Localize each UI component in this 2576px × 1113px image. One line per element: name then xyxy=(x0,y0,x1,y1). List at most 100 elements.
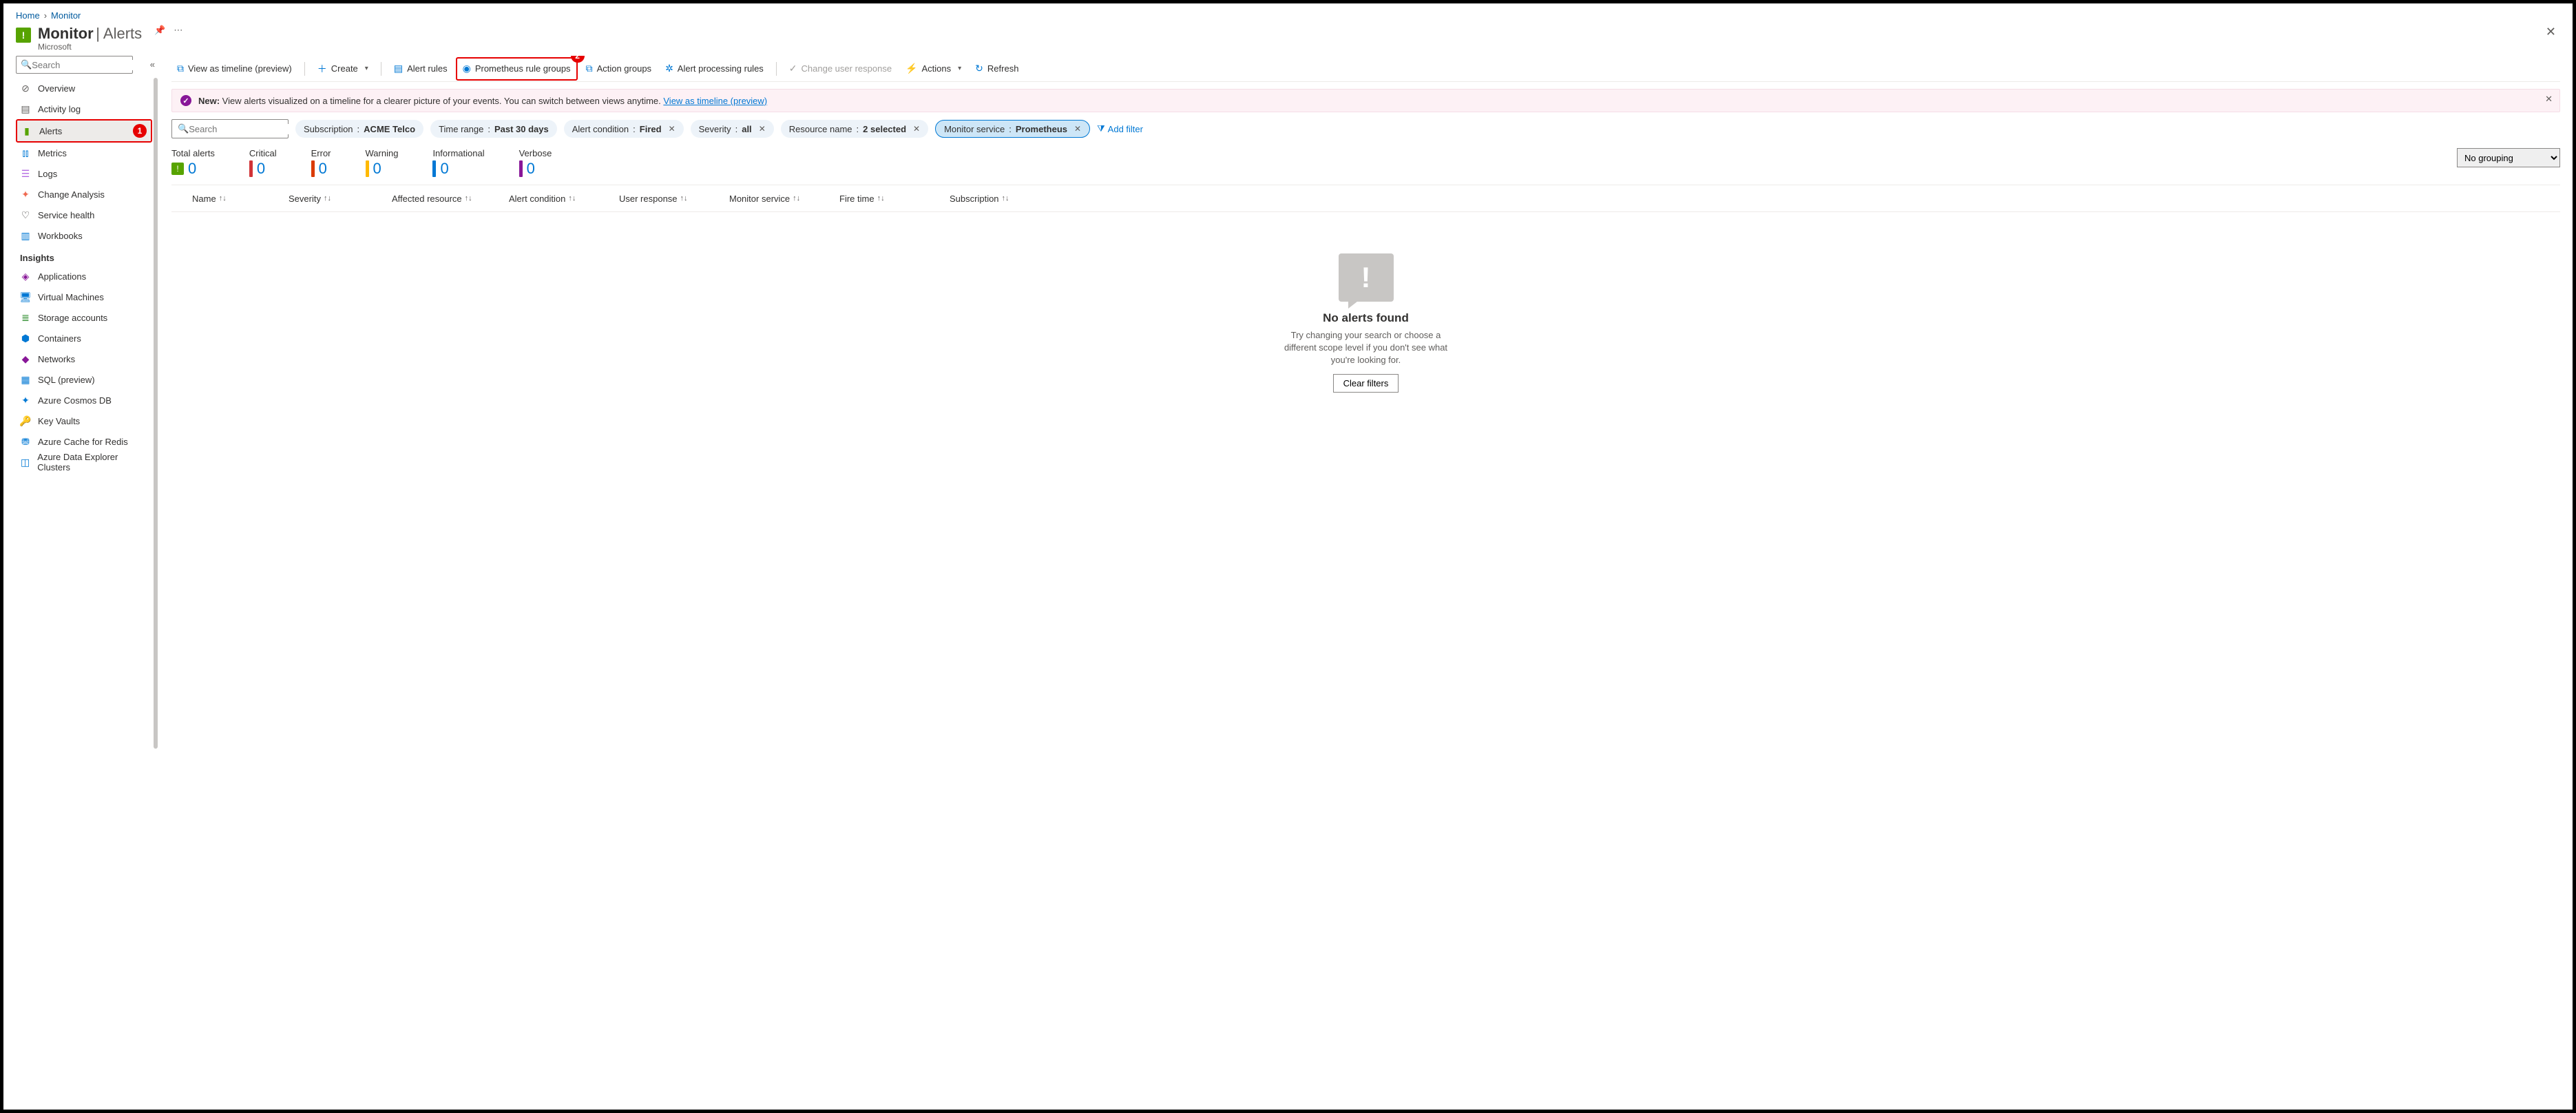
sort-icon: ↑↓ xyxy=(877,194,885,202)
nav-icon: ≣ xyxy=(20,312,31,323)
sidebar-search-input[interactable] xyxy=(32,60,153,70)
actions-button[interactable]: ⚡Actions xyxy=(900,59,967,79)
column-fire-time[interactable]: Fire time↑↓ xyxy=(833,194,943,204)
create-button[interactable]: ＋Create xyxy=(312,59,374,79)
nav-icon: ⫾⫾ xyxy=(20,147,31,158)
stat-label: Warning xyxy=(366,148,399,158)
nav-icon: ▥ xyxy=(20,230,31,241)
filter-alert-condition[interactable]: Alert condition : Fired✕ xyxy=(564,120,684,138)
stat-warning[interactable]: Warning 0 xyxy=(366,148,399,178)
filter-time-range[interactable]: Time range : Past 30 days xyxy=(430,120,557,138)
severity-bar xyxy=(366,160,369,177)
stat-value: 0 xyxy=(188,160,196,178)
column-affected-resource[interactable]: Affected resource↑↓ xyxy=(385,194,502,204)
alert-rules-button[interactable]: ▤Alert rules xyxy=(388,59,453,79)
sidebar-item-service-health[interactable]: ♡Service health xyxy=(16,205,152,225)
more-icon[interactable]: ⋯ xyxy=(174,25,182,36)
remove-filter-icon[interactable]: ✕ xyxy=(669,124,676,134)
alert-processing-rules-button[interactable]: ✲Alert processing rules xyxy=(660,59,769,79)
column-monitor-service[interactable]: Monitor service↑↓ xyxy=(722,194,833,204)
org-label: Microsoft xyxy=(38,42,142,52)
sidebar-item-workbooks[interactable]: ▥Workbooks xyxy=(16,225,152,246)
nav-icon: ⛃ xyxy=(20,436,31,447)
sidebar-item-activity-log[interactable]: ▤Activity log xyxy=(16,98,152,119)
filter-severity[interactable]: Severity : all✕ xyxy=(691,120,774,138)
empty-state-text: Try changing your search or choose a dif… xyxy=(1284,329,1449,367)
stat-informational[interactable]: Informational0 xyxy=(432,148,484,178)
page-subtitle: | Alerts xyxy=(96,25,142,42)
sidebar-item-azure-cosmos-db[interactable]: ✦Azure Cosmos DB xyxy=(16,390,152,410)
remove-filter-icon[interactable]: ✕ xyxy=(913,124,920,134)
nav-label: Storage accounts xyxy=(38,313,107,323)
separator xyxy=(304,62,305,76)
breadcrumb-monitor[interactable]: Monitor xyxy=(51,10,81,21)
sidebar-item-virtual-machines[interactable]: 🖥Virtual Machines xyxy=(16,287,152,307)
change-user-response-button: ✓Change user response xyxy=(784,59,897,79)
main-search-input[interactable] xyxy=(189,124,310,134)
sidebar-item-azure-cache-for-redis[interactable]: ⛃Azure Cache for Redis xyxy=(16,431,152,452)
view-timeline-button[interactable]: ⧉View as timeline (preview) xyxy=(171,59,297,79)
pin-icon[interactable]: 📌 xyxy=(154,25,165,36)
sidebar-item-change-analysis[interactable]: ✦Change Analysis xyxy=(16,184,152,205)
sidebar-item-overview[interactable]: ⊘Overview xyxy=(16,78,152,98)
breadcrumb-home[interactable]: Home xyxy=(16,10,40,21)
nav-icon: ◆ xyxy=(20,353,31,364)
main-search[interactable]: 🔍 xyxy=(171,119,289,138)
banner-close-button[interactable]: ✕ xyxy=(2545,94,2553,105)
banner-link[interactable]: View as timeline (preview) xyxy=(663,96,767,106)
stat-error[interactable]: Error0 xyxy=(311,148,331,178)
stat-label: Error xyxy=(311,148,331,158)
column-label: Subscription xyxy=(950,194,999,204)
remove-filter-icon[interactable]: ✕ xyxy=(759,124,766,134)
sidebar: 🔍 « ⊘Overview▤Activity log▮Alerts1 ⫾⫾Metr… xyxy=(16,56,159,1110)
nav-label: Logs xyxy=(38,169,57,179)
sidebar-item-containers[interactable]: ⬢Containers xyxy=(16,328,152,349)
nav-label: Key Vaults xyxy=(38,416,80,426)
nav-label: Azure Data Explorer Clusters xyxy=(37,452,148,472)
remove-filter-icon[interactable]: ✕ xyxy=(1074,124,1081,134)
column-severity[interactable]: Severity↑↓ xyxy=(282,194,385,204)
sort-icon: ↑↓ xyxy=(324,194,331,202)
breadcrumb: Home › Monitor xyxy=(16,10,2560,21)
stat-value: 0 xyxy=(527,160,535,178)
separator xyxy=(776,62,777,76)
sidebar-item-alerts[interactable]: ▮Alerts xyxy=(17,121,151,141)
prometheus-rule-groups-button[interactable]: ◉Prometheus rule groups xyxy=(457,59,576,79)
close-button[interactable]: ✕ xyxy=(2546,25,2560,39)
stat-value: 0 xyxy=(373,160,381,178)
clear-filters-button[interactable]: Clear filters xyxy=(1333,374,1399,393)
add-filter-button[interactable]: ⧩Add filter xyxy=(1097,123,1143,134)
empty-state-icon: ! xyxy=(1339,253,1394,302)
grouping-dropdown[interactable]: No grouping xyxy=(2457,148,2560,167)
sidebar-search[interactable]: 🔍 xyxy=(16,56,133,74)
filter-monitor-service[interactable]: Monitor service : Prometheus✕ xyxy=(935,120,1090,138)
sidebar-item-networks[interactable]: ◆Networks xyxy=(16,349,152,369)
sidebar-item-key-vaults[interactable]: 🔑Key Vaults xyxy=(16,410,152,431)
column-label: Monitor service xyxy=(729,194,790,204)
rules-icon: ▤ xyxy=(394,63,403,74)
refresh-button[interactable]: ↻Refresh xyxy=(970,59,1024,79)
nav-label: Containers xyxy=(38,333,81,344)
stat-total-alerts[interactable]: Total alerts!0 xyxy=(171,148,215,178)
sidebar-item-metrics[interactable]: ⫾⫾Metrics xyxy=(16,143,152,163)
filter-subscription[interactable]: Subscription : ACME Telco xyxy=(295,120,423,138)
annotation-badge-1: 1 xyxy=(133,124,147,138)
filter-resource-name[interactable]: Resource name : 2 selected✕ xyxy=(781,120,928,138)
column-subscription[interactable]: Subscription↑↓ xyxy=(943,194,1046,204)
stat-critical[interactable]: Critical0 xyxy=(249,148,277,178)
nav-label: Azure Cosmos DB xyxy=(38,395,112,406)
sidebar-item-storage-accounts[interactable]: ≣ Storage accounts xyxy=(16,307,152,328)
collapse-sidebar-icon[interactable]: « xyxy=(150,59,155,70)
nav-label: Service health xyxy=(38,210,94,220)
stat-verbose[interactable]: Verbose0 xyxy=(519,148,552,178)
column-user-response[interactable]: User response↑↓ xyxy=(612,194,722,204)
sidebar-item-logs[interactable]: ☰Logs xyxy=(16,163,152,184)
sidebar-item-sql-preview-[interactable]: ▦SQL (preview) xyxy=(16,369,152,390)
action-groups-button[interactable]: ⧉Action groups xyxy=(580,59,658,79)
column-name[interactable]: Name↑↓ xyxy=(171,194,282,204)
column-alert-condition[interactable]: Alert condition↑↓ xyxy=(502,194,612,204)
sidebar-item-azure-data-explorer-clusters[interactable]: ◫Azure Data Explorer Clusters xyxy=(16,452,152,472)
sidebar-item-applications[interactable]: ◈Applications xyxy=(16,266,152,287)
grouping-select[interactable]: No grouping xyxy=(2457,148,2560,167)
nav-icon: ▦ xyxy=(20,374,31,385)
